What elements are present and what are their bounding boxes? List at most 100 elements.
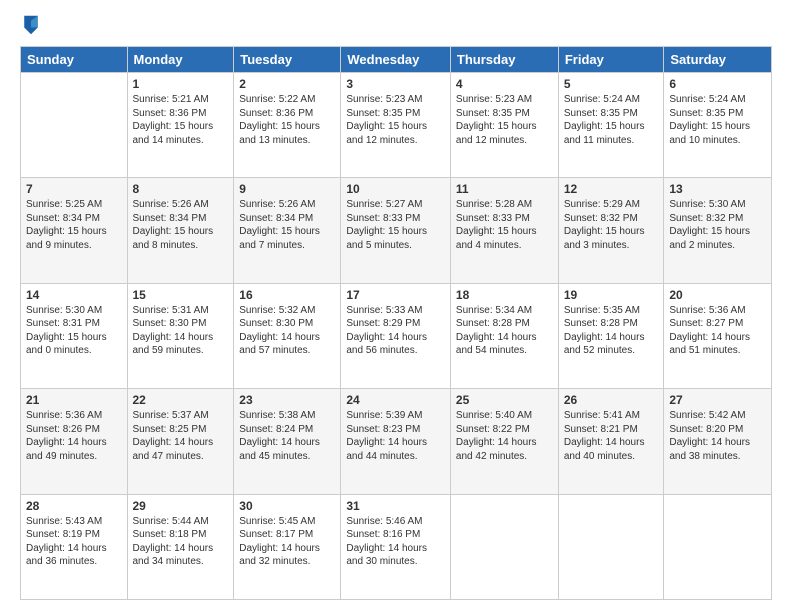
day-info: Sunrise: 5:23 AM Sunset: 8:35 PM Dayligh… — [346, 93, 445, 147]
page: SundayMondayTuesdayWednesdayThursdayFrid… — [0, 0, 792, 612]
day-number: 8 — [133, 182, 229, 196]
day-number: 11 — [456, 182, 553, 196]
day-info: Sunrise: 5:44 AM Sunset: 8:18 PM Dayligh… — [133, 515, 229, 569]
day-number: 26 — [564, 393, 659, 407]
calendar-cell: 22 Sunrise: 5:37 AM Sunset: 8:25 PM Dayli… — [127, 389, 234, 494]
calendar-cell: 25 Sunrise: 5:40 AM Sunset: 8:22 PM Dayli… — [450, 389, 558, 494]
calendar-week-row: 1 Sunrise: 5:21 AM Sunset: 8:36 PM Daylig… — [21, 73, 772, 178]
day-number: 30 — [239, 499, 335, 513]
day-number: 12 — [564, 182, 659, 196]
day-info: Sunrise: 5:37 AM Sunset: 8:25 PM Dayligh… — [133, 409, 229, 463]
day-number: 20 — [669, 288, 766, 302]
day-info: Sunrise: 5:38 AM Sunset: 8:24 PM Dayligh… — [239, 409, 335, 463]
calendar-cell: 18 Sunrise: 5:34 AM Sunset: 8:28 PM Dayli… — [450, 283, 558, 388]
calendar-cell — [558, 494, 664, 599]
day-info: Sunrise: 5:43 AM Sunset: 8:19 PM Dayligh… — [26, 515, 122, 569]
day-info: Sunrise: 5:32 AM Sunset: 8:30 PM Dayligh… — [239, 304, 335, 358]
day-number: 1 — [133, 77, 229, 91]
calendar-table: SundayMondayTuesdayWednesdayThursdayFrid… — [20, 46, 772, 600]
day-number: 16 — [239, 288, 335, 302]
day-number: 5 — [564, 77, 659, 91]
day-number: 22 — [133, 393, 229, 407]
day-info: Sunrise: 5:33 AM Sunset: 8:29 PM Dayligh… — [346, 304, 445, 358]
day-info: Sunrise: 5:36 AM Sunset: 8:27 PM Dayligh… — [669, 304, 766, 358]
day-number: 7 — [26, 182, 122, 196]
calendar-header-monday: Monday — [127, 47, 234, 73]
calendar-cell: 19Sunrise: 5:35 AM Sunset: 8:28 PM Dayli… — [558, 283, 664, 388]
day-info: Sunrise: 5:24 AM Sunset: 8:35 PM Dayligh… — [564, 93, 659, 147]
calendar-cell: 27Sunrise: 5:42 AM Sunset: 8:20 PM Dayli… — [664, 389, 772, 494]
day-number: 27 — [669, 393, 766, 407]
calendar-cell: 13 Sunrise: 5:30 AM Sunset: 8:32 PM Dayli… — [664, 178, 772, 283]
calendar-cell — [21, 73, 128, 178]
day-number: 31 — [346, 499, 445, 513]
calendar-cell: 3Sunrise: 5:23 AM Sunset: 8:35 PM Daylig… — [341, 73, 451, 178]
day-info: Sunrise: 5:30 AM Sunset: 8:32 PM Dayligh… — [669, 198, 766, 252]
day-info: Sunrise: 5:29 AM Sunset: 8:32 PM Dayligh… — [564, 198, 659, 252]
calendar-cell: 6 Sunrise: 5:24 AM Sunset: 8:35 PM Daylig… — [664, 73, 772, 178]
header — [20, 16, 772, 36]
calendar-week-row: 7 Sunrise: 5:25 AM Sunset: 8:34 PM Daylig… — [21, 178, 772, 283]
calendar-cell: 9 Sunrise: 5:26 AM Sunset: 8:34 PM Daylig… — [234, 178, 341, 283]
calendar-cell: 28 Sunrise: 5:43 AM Sunset: 8:19 PM Dayli… — [21, 494, 128, 599]
calendar-header-friday: Friday — [558, 47, 664, 73]
day-number: 29 — [133, 499, 229, 513]
day-number: 14 — [26, 288, 122, 302]
day-info: Sunrise: 5:31 AM Sunset: 8:30 PM Dayligh… — [133, 304, 229, 358]
day-number: 28 — [26, 499, 122, 513]
day-info: Sunrise: 5:27 AM Sunset: 8:33 PM Dayligh… — [346, 198, 445, 252]
day-number: 6 — [669, 77, 766, 91]
day-info: Sunrise: 5:40 AM Sunset: 8:22 PM Dayligh… — [456, 409, 553, 463]
day-info: Sunrise: 5:21 AM Sunset: 8:36 PM Dayligh… — [133, 93, 229, 147]
calendar-cell: 20 Sunrise: 5:36 AM Sunset: 8:27 PM Dayli… — [664, 283, 772, 388]
calendar-week-row: 28 Sunrise: 5:43 AM Sunset: 8:19 PM Dayli… — [21, 494, 772, 599]
calendar-cell: 30 Sunrise: 5:45 AM Sunset: 8:17 PM Dayli… — [234, 494, 341, 599]
calendar-cell: 14 Sunrise: 5:30 AM Sunset: 8:31 PM Dayli… — [21, 283, 128, 388]
calendar-cell: 5 Sunrise: 5:24 AM Sunset: 8:35 PM Daylig… — [558, 73, 664, 178]
day-number: 25 — [456, 393, 553, 407]
calendar-cell: 7 Sunrise: 5:25 AM Sunset: 8:34 PM Daylig… — [21, 178, 128, 283]
calendar-cell: 11 Sunrise: 5:28 AM Sunset: 8:33 PM Dayli… — [450, 178, 558, 283]
day-number: 2 — [239, 77, 335, 91]
calendar-cell: 1 Sunrise: 5:21 AM Sunset: 8:36 PM Daylig… — [127, 73, 234, 178]
calendar-cell: 17 Sunrise: 5:33 AM Sunset: 8:29 PM Dayli… — [341, 283, 451, 388]
calendar-header-saturday: Saturday — [664, 47, 772, 73]
calendar-cell: 29 Sunrise: 5:44 AM Sunset: 8:18 PM Dayli… — [127, 494, 234, 599]
calendar-cell: 15 Sunrise: 5:31 AM Sunset: 8:30 PM Dayli… — [127, 283, 234, 388]
day-info: Sunrise: 5:46 AM Sunset: 8:16 PM Dayligh… — [346, 515, 445, 569]
calendar-cell: 8Sunrise: 5:26 AM Sunset: 8:34 PM Daylig… — [127, 178, 234, 283]
calendar-cell: 21 Sunrise: 5:36 AM Sunset: 8:26 PM Dayli… — [21, 389, 128, 494]
day-info: Sunrise: 5:30 AM Sunset: 8:31 PM Dayligh… — [26, 304, 122, 358]
day-number: 21 — [26, 393, 122, 407]
calendar-cell: 12 Sunrise: 5:29 AM Sunset: 8:32 PM Dayli… — [558, 178, 664, 283]
day-number: 13 — [669, 182, 766, 196]
day-info: Sunrise: 5:25 AM Sunset: 8:34 PM Dayligh… — [26, 198, 122, 252]
calendar-cell: 10Sunrise: 5:27 AM Sunset: 8:33 PM Dayli… — [341, 178, 451, 283]
day-number: 24 — [346, 393, 445, 407]
calendar-cell: 16 Sunrise: 5:32 AM Sunset: 8:30 PM Dayli… — [234, 283, 341, 388]
day-number: 15 — [133, 288, 229, 302]
calendar-cell — [664, 494, 772, 599]
calendar-header-tuesday: Tuesday — [234, 47, 341, 73]
day-info: Sunrise: 5:39 AM Sunset: 8:23 PM Dayligh… — [346, 409, 445, 463]
day-number: 17 — [346, 288, 445, 302]
calendar-header-row: SundayMondayTuesdayWednesdayThursdayFrid… — [21, 47, 772, 73]
day-number: 18 — [456, 288, 553, 302]
calendar-header-thursday: Thursday — [450, 47, 558, 73]
day-number: 9 — [239, 182, 335, 196]
calendar-header-wednesday: Wednesday — [341, 47, 451, 73]
calendar-cell: 4Sunrise: 5:23 AM Sunset: 8:35 PM Daylig… — [450, 73, 558, 178]
day-info: Sunrise: 5:34 AM Sunset: 8:28 PM Dayligh… — [456, 304, 553, 358]
day-info: Sunrise: 5:26 AM Sunset: 8:34 PM Dayligh… — [239, 198, 335, 252]
calendar-cell — [450, 494, 558, 599]
day-info: Sunrise: 5:45 AM Sunset: 8:17 PM Dayligh… — [239, 515, 335, 569]
day-info: Sunrise: 5:28 AM Sunset: 8:33 PM Dayligh… — [456, 198, 553, 252]
day-info: Sunrise: 5:24 AM Sunset: 8:35 PM Dayligh… — [669, 93, 766, 147]
calendar-header-sunday: Sunday — [21, 47, 128, 73]
day-info: Sunrise: 5:36 AM Sunset: 8:26 PM Dayligh… — [26, 409, 122, 463]
calendar-cell: 31 Sunrise: 5:46 AM Sunset: 8:16 PM Dayli… — [341, 494, 451, 599]
day-info: Sunrise: 5:35 AM Sunset: 8:28 PM Dayligh… — [564, 304, 659, 358]
calendar-week-row: 21 Sunrise: 5:36 AM Sunset: 8:26 PM Dayli… — [21, 389, 772, 494]
calendar-week-row: 14 Sunrise: 5:30 AM Sunset: 8:31 PM Dayli… — [21, 283, 772, 388]
logo — [20, 16, 40, 36]
